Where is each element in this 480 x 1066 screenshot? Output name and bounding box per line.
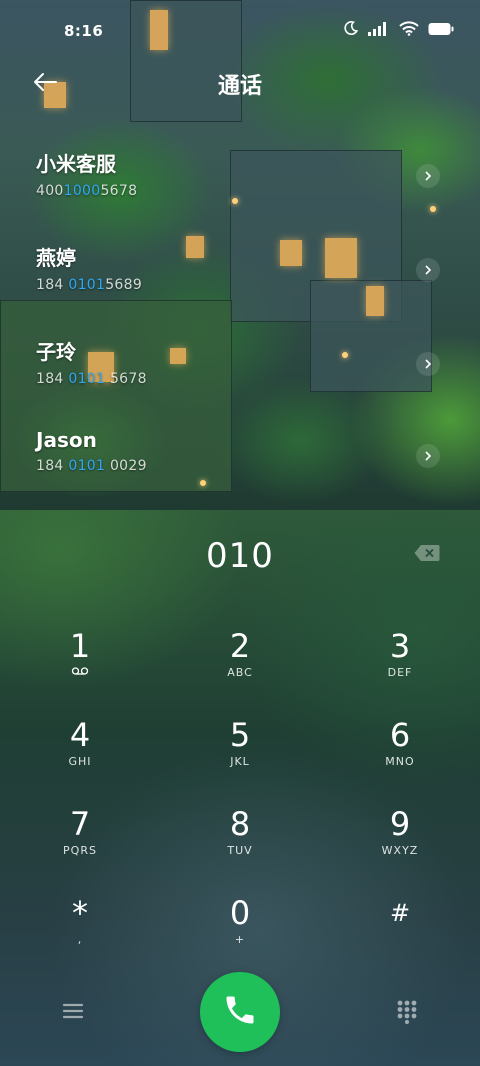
key-letters: GHI <box>68 755 92 768</box>
contact-name: 小米客服 <box>36 152 116 176</box>
key-star[interactable]: * , <box>20 895 140 965</box>
status-time: 8:16 <box>64 22 104 40</box>
chevron-right-icon[interactable] <box>416 164 440 188</box>
dialpad-icon[interactable] <box>394 998 420 1024</box>
key-digit: 4 <box>69 716 91 754</box>
key-digit: 7 <box>69 805 91 843</box>
key-digit: 1 <box>69 627 91 665</box>
wifi-icon <box>399 20 419 40</box>
menu-icon[interactable] <box>60 998 86 1024</box>
key-digit: 8 <box>229 805 251 843</box>
moon-icon <box>343 20 359 40</box>
key-digit: 3 <box>389 627 411 665</box>
contact-name: 子玲 <box>36 340 76 364</box>
contact-number: 184 0101 0029 <box>36 458 147 474</box>
voicemail-icon <box>20 666 140 679</box>
key-7[interactable]: 7 PQRS <box>20 806 140 876</box>
key-4[interactable]: 4 GHI <box>20 717 140 787</box>
key-3[interactable]: 3 DEF <box>340 628 460 698</box>
phone-icon <box>222 992 258 1032</box>
key-0[interactable]: 0 + <box>180 895 300 965</box>
key-digit: # <box>389 899 411 927</box>
page-title: 通话 <box>217 74 262 99</box>
key-letters: PQRS <box>63 844 97 857</box>
contact-item[interactable]: 子玲 184 0101 5678 <box>36 336 446 406</box>
contact-item[interactable]: 小米客服 40010005678 <box>36 148 446 218</box>
key-2[interactable]: 2 ABC <box>180 628 300 698</box>
key-letters: JKL <box>230 755 250 768</box>
key-8[interactable]: 8 TUV <box>180 806 300 876</box>
chevron-right-icon[interactable] <box>416 444 440 468</box>
key-digit: * <box>72 894 88 932</box>
contact-number: 184 01015689 <box>36 277 143 293</box>
key-digit: 9 <box>389 805 411 843</box>
contact-name: 燕婷 <box>36 246 76 270</box>
key-letters: + <box>234 933 246 946</box>
key-letters: ABC <box>227 666 253 679</box>
key-letters: TUV <box>227 844 253 857</box>
key-digit: 0 <box>229 894 251 932</box>
call-button[interactable] <box>200 972 280 1052</box>
signal-icon <box>368 21 390 40</box>
battery-icon <box>428 21 454 40</box>
key-digit: 5 <box>229 716 251 754</box>
contact-item[interactable]: Jason 184 0101 0029 <box>36 428 446 498</box>
contact-number: 184 0101 5678 <box>36 371 147 387</box>
key-6[interactable]: 6 MNO <box>340 717 460 787</box>
key-digit: 2 <box>229 627 251 665</box>
dialed-number: 010 <box>206 536 274 576</box>
key-letters: DEF <box>387 666 413 679</box>
key-digit: 6 <box>389 716 411 754</box>
backspace-icon[interactable] <box>414 544 440 562</box>
status-icons <box>343 20 454 40</box>
chevron-right-icon[interactable] <box>416 352 440 376</box>
chevron-right-icon[interactable] <box>416 258 440 282</box>
contact-name: Jason <box>36 428 97 452</box>
contact-item[interactable]: 燕婷 184 01015689 <box>36 242 446 312</box>
key-1[interactable]: 1 <box>20 628 140 698</box>
key-letters: MNO <box>385 755 415 768</box>
key-hash[interactable]: # <box>340 895 460 965</box>
key-9[interactable]: 9 WXYZ <box>340 806 460 876</box>
key-letters: WXYZ <box>381 844 419 857</box>
contact-number: 40010005678 <box>36 183 138 199</box>
key-letters: , <box>77 933 83 946</box>
key-5[interactable]: 5 JKL <box>180 717 300 787</box>
